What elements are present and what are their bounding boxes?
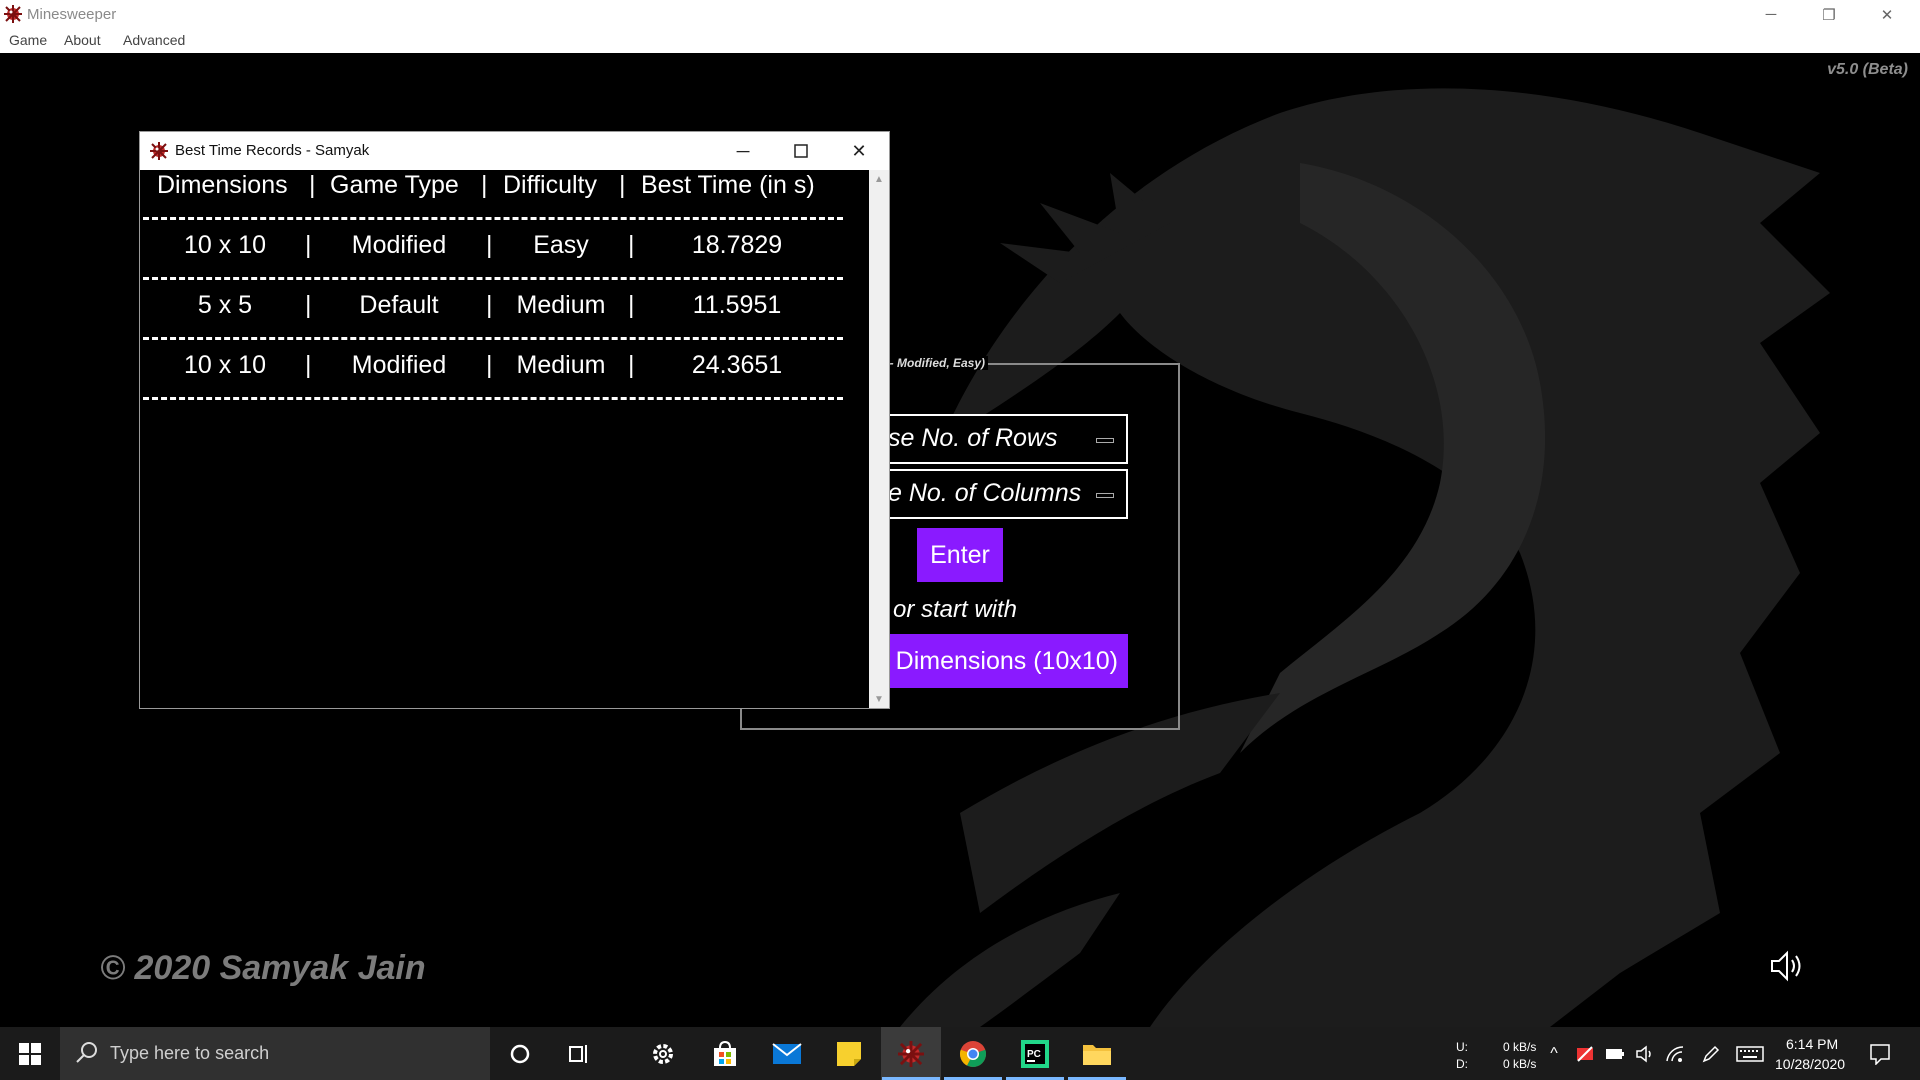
header-separator: |	[619, 171, 626, 199]
settings-icon[interactable]	[633, 1027, 693, 1080]
cell-separator: |	[486, 351, 493, 379]
main-titlebar: Minesweeper ─ ❐ ✕	[0, 0, 1920, 29]
cell-difficulty: Medium	[516, 351, 606, 379]
header-separator: |	[481, 171, 488, 199]
restore-button[interactable]: ❐	[1800, 0, 1858, 29]
cell-game-type: Modified	[351, 351, 447, 379]
cell-difficulty: Easy	[533, 231, 589, 259]
minesweeper-taskbar-icon[interactable]	[881, 1027, 941, 1080]
menubar: Game About Advanced	[0, 29, 1920, 53]
cell-separator: |	[305, 291, 312, 319]
pen-icon[interactable]	[1696, 1027, 1726, 1080]
cell-separator: |	[628, 351, 635, 379]
columns-input[interactable]: e No. of Columns	[880, 469, 1128, 519]
cell-best-time: 11.5951	[692, 291, 782, 319]
mine-icon	[4, 5, 22, 23]
dialog-title: Best Time Records - Samyak	[175, 142, 370, 159]
scroll-down-icon[interactable]: ▼	[869, 690, 889, 708]
cell-dimensions: 10 x 10	[183, 351, 266, 379]
cell-separator: |	[628, 231, 635, 259]
cell-best-time: 24.3651	[691, 351, 783, 379]
cell-best-time: 18.7829	[691, 231, 783, 259]
volume-icon[interactable]	[1630, 1027, 1660, 1080]
keyboard-icon[interactable]	[1732, 1027, 1768, 1080]
clock-time[interactable]: 6:14 PM	[1786, 1036, 1838, 1052]
maximize-icon	[794, 144, 808, 158]
chrome-icon[interactable]	[943, 1027, 1003, 1080]
dialog-maximize-button[interactable]	[772, 132, 830, 170]
store-icon[interactable]	[695, 1027, 755, 1080]
mail-icon[interactable]	[757, 1027, 817, 1080]
windows-start-icon[interactable]	[0, 1027, 60, 1080]
cell-separator: |	[628, 291, 635, 319]
rows-stepper-icon[interactable]	[1096, 438, 1114, 443]
rows-input-label: se No. of Rows	[888, 424, 1058, 452]
cell-separator: |	[486, 291, 493, 319]
svg-text:PC: PC	[1027, 1049, 1041, 1060]
menu-advanced[interactable]: Advanced	[123, 32, 185, 48]
cell-separator: |	[305, 231, 312, 259]
header-separator: |	[309, 171, 316, 199]
search-placeholder: Type here to search	[110, 1043, 270, 1063]
cell-game-type: Default	[359, 291, 439, 319]
clock-date[interactable]: 10/28/2020	[1775, 1056, 1845, 1072]
sticky-notes-icon[interactable]	[819, 1027, 879, 1080]
header-dimensions: Dimensions	[157, 171, 288, 199]
chevron-up-icon[interactable]: ^	[1539, 1027, 1569, 1080]
net-download-label: D:	[1456, 1057, 1468, 1071]
wifi-icon[interactable]	[1660, 1027, 1690, 1080]
net-upload-value: 0 kB/s	[1503, 1040, 1537, 1054]
header-difficulty: Difficulty	[503, 171, 598, 199]
cell-dimensions: 5 x 5	[197, 291, 253, 319]
net-download-value: 0 kB/s	[1503, 1057, 1537, 1071]
cell-difficulty: Medium	[516, 291, 606, 319]
scroll-up-icon[interactable]: ▲	[869, 170, 889, 188]
battery-icon[interactable]	[1600, 1027, 1630, 1080]
divider	[143, 337, 843, 340]
divider	[143, 217, 843, 220]
file-explorer-icon[interactable]	[1067, 1027, 1127, 1080]
rows-input[interactable]: se No. of Rows	[880, 414, 1128, 464]
menu-game[interactable]: Game	[9, 32, 47, 48]
scrollbar[interactable]: ▲ ▼	[869, 170, 889, 708]
divider	[143, 277, 843, 280]
notification-icon[interactable]	[1852, 1027, 1908, 1080]
default-dimensions-button[interactable]: Dimensions (10x10)	[870, 634, 1128, 688]
menu-about[interactable]: About	[64, 32, 101, 48]
cortana-icon[interactable]	[490, 1027, 550, 1080]
antivirus-icon[interactable]	[1570, 1027, 1600, 1080]
dialog-close-button[interactable]: ✕	[830, 132, 888, 170]
search-icon	[76, 1042, 97, 1063]
cell-dimensions: 10 x 10	[183, 231, 266, 259]
header-game-type: Game Type	[330, 171, 459, 199]
dialog-minimize-button[interactable]: ─	[714, 132, 772, 170]
cell-separator: |	[305, 351, 312, 379]
task-view-icon[interactable]	[550, 1027, 610, 1080]
speaker-icon[interactable]	[1768, 949, 1804, 983]
version-label: v5.0 (Beta)	[1827, 61, 1908, 78]
form-legend: e- Modified, Easy)	[880, 356, 989, 370]
cell-separator: |	[486, 231, 493, 259]
columns-stepper-icon[interactable]	[1096, 493, 1114, 498]
app-title: Minesweeper	[27, 6, 117, 23]
dialog-titlebar[interactable]: Best Time Records - Samyak ─ ✕	[140, 132, 889, 170]
header-best-time: Best Time (in s)	[641, 171, 815, 199]
divider	[143, 397, 843, 400]
search-input[interactable]: Type here to search	[60, 1027, 490, 1080]
cell-game-type: Modified	[351, 231, 447, 259]
close-button[interactable]: ✕	[1858, 0, 1916, 29]
copyright-label: © 2020 Samyak Jain	[100, 949, 426, 987]
net-upload-label: U:	[1456, 1040, 1468, 1054]
columns-input-label: e No. of Columns	[888, 479, 1082, 507]
or-start-with-label: or start with	[893, 596, 1018, 623]
taskbar: Type here to search PC U: D: 0 kB/s 0 kB…	[0, 1027, 1920, 1080]
pycharm-icon[interactable]: PC	[1005, 1027, 1065, 1080]
minimize-button[interactable]: ─	[1742, 0, 1800, 29]
enter-button[interactable]: Enter	[917, 528, 1003, 582]
mine-icon	[150, 142, 168, 160]
